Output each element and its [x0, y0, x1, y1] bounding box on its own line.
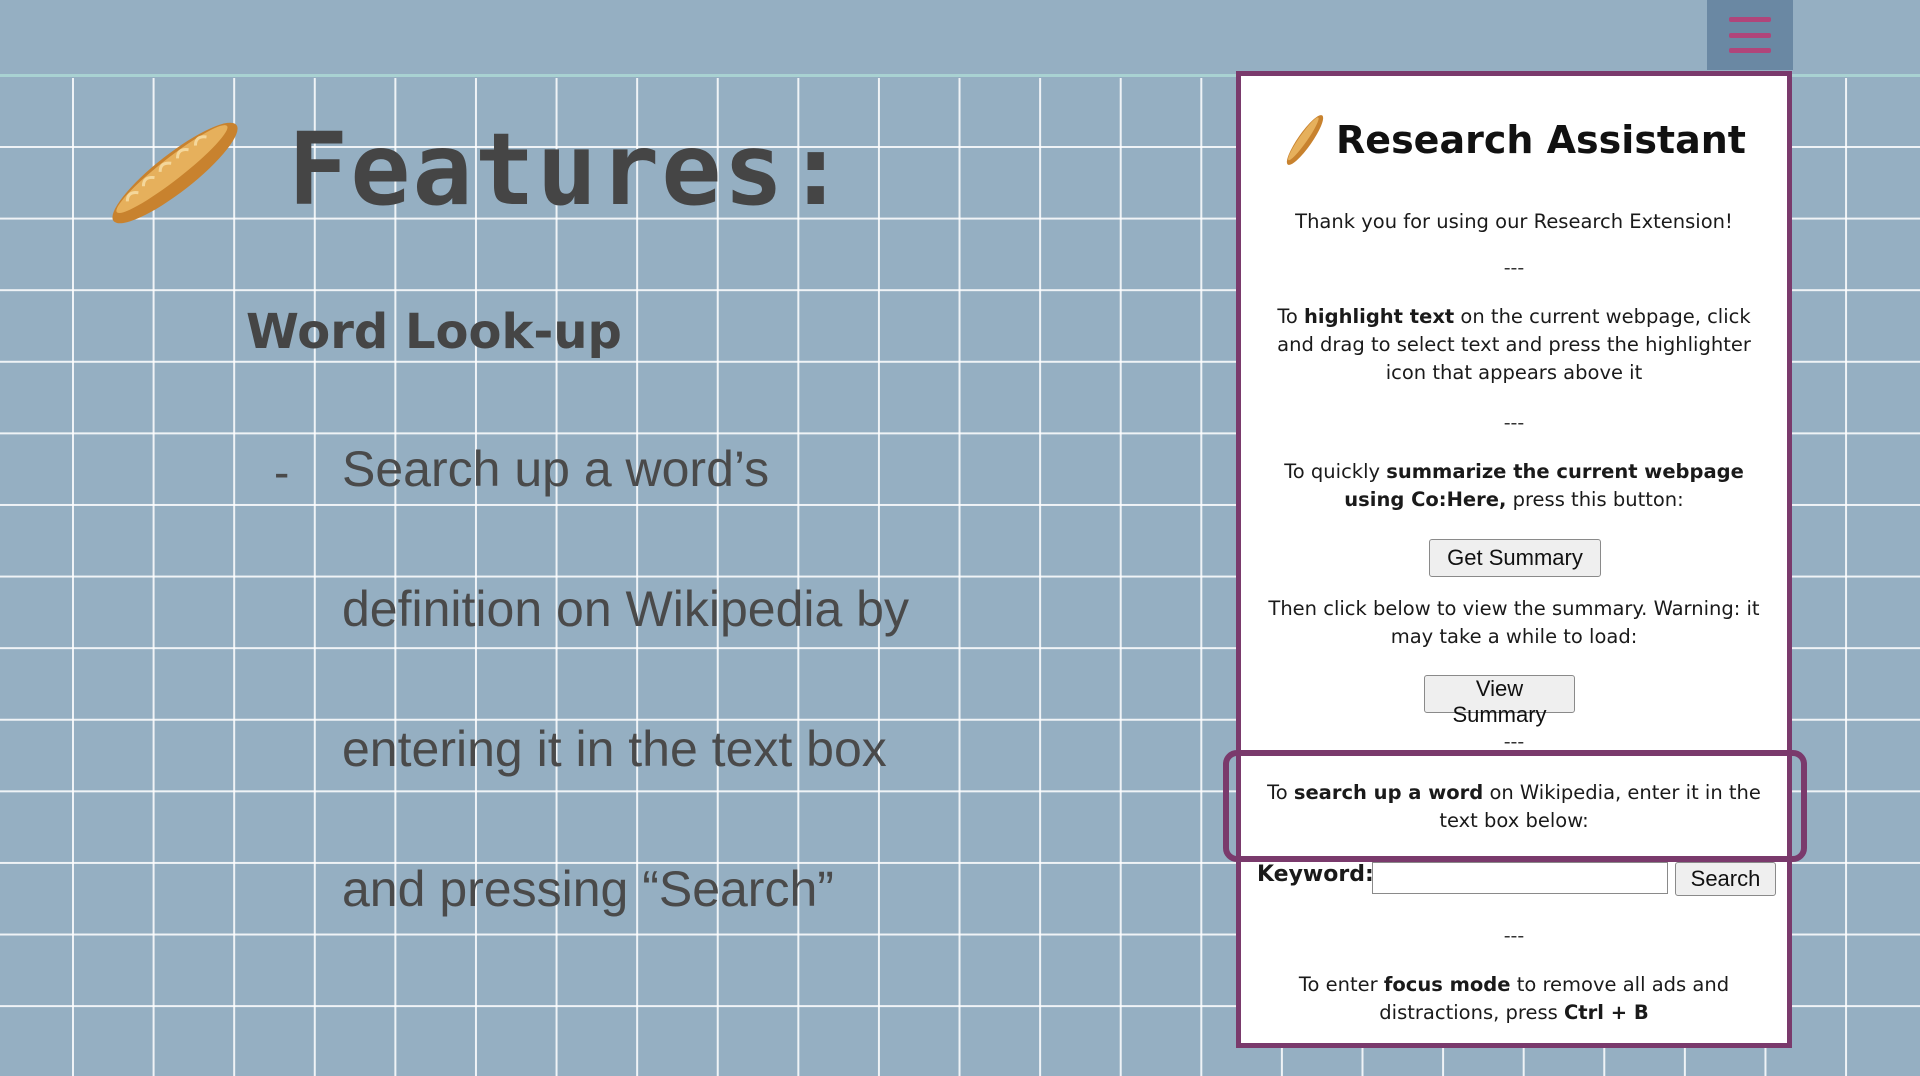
slide-subtitle: Word Look-up — [246, 304, 622, 360]
bullet-line: and pressing “Search” — [342, 861, 834, 917]
search-button[interactable]: Search — [1675, 862, 1776, 896]
bullet-line: definition on Wikipedia by — [342, 581, 909, 637]
popup-header: Research Assistant — [1241, 112, 1787, 168]
summary-instructions: To quickly summarize the current webpage… — [1284, 460, 1744, 511]
highlight-instructions: To highlight text on the current webpage… — [1277, 305, 1751, 384]
thank-you-text: Thank you for using our Research Extensi… — [1295, 210, 1733, 233]
get-summary-button[interactable]: Get Summary — [1429, 539, 1601, 577]
view-summary-instructions: Then click below to view the summary. Wa… — [1268, 597, 1760, 648]
baguette-icon — [1286, 115, 1324, 165]
search-section-highlight — [1223, 750, 1807, 862]
separator: --- — [1503, 925, 1525, 947]
keyword-input[interactable] — [1372, 862, 1668, 894]
hamburger-menu-icon — [1729, 17, 1771, 53]
view-summary-button[interactable]: View Summary — [1424, 675, 1575, 727]
slide-title: Features: — [288, 111, 848, 228]
menu-button[interactable] — [1707, 0, 1793, 70]
popup-title: Research Assistant — [1336, 118, 1746, 162]
separator: --- — [1503, 412, 1525, 434]
bullet-line: entering it in the text box — [342, 721, 887, 777]
separator: --- — [1503, 257, 1525, 279]
baguette-icon — [112, 122, 238, 224]
bullet-line: Search up a word’s — [342, 441, 770, 497]
focus-mode-instructions: To enter focus mode to remove all ads an… — [1298, 973, 1730, 1024]
keyword-label: Keyword: — [1257, 862, 1374, 887]
bullet-marker: - — [274, 446, 290, 498]
extension-popup: Research Assistant Thank you for using o… — [1236, 71, 1792, 1048]
